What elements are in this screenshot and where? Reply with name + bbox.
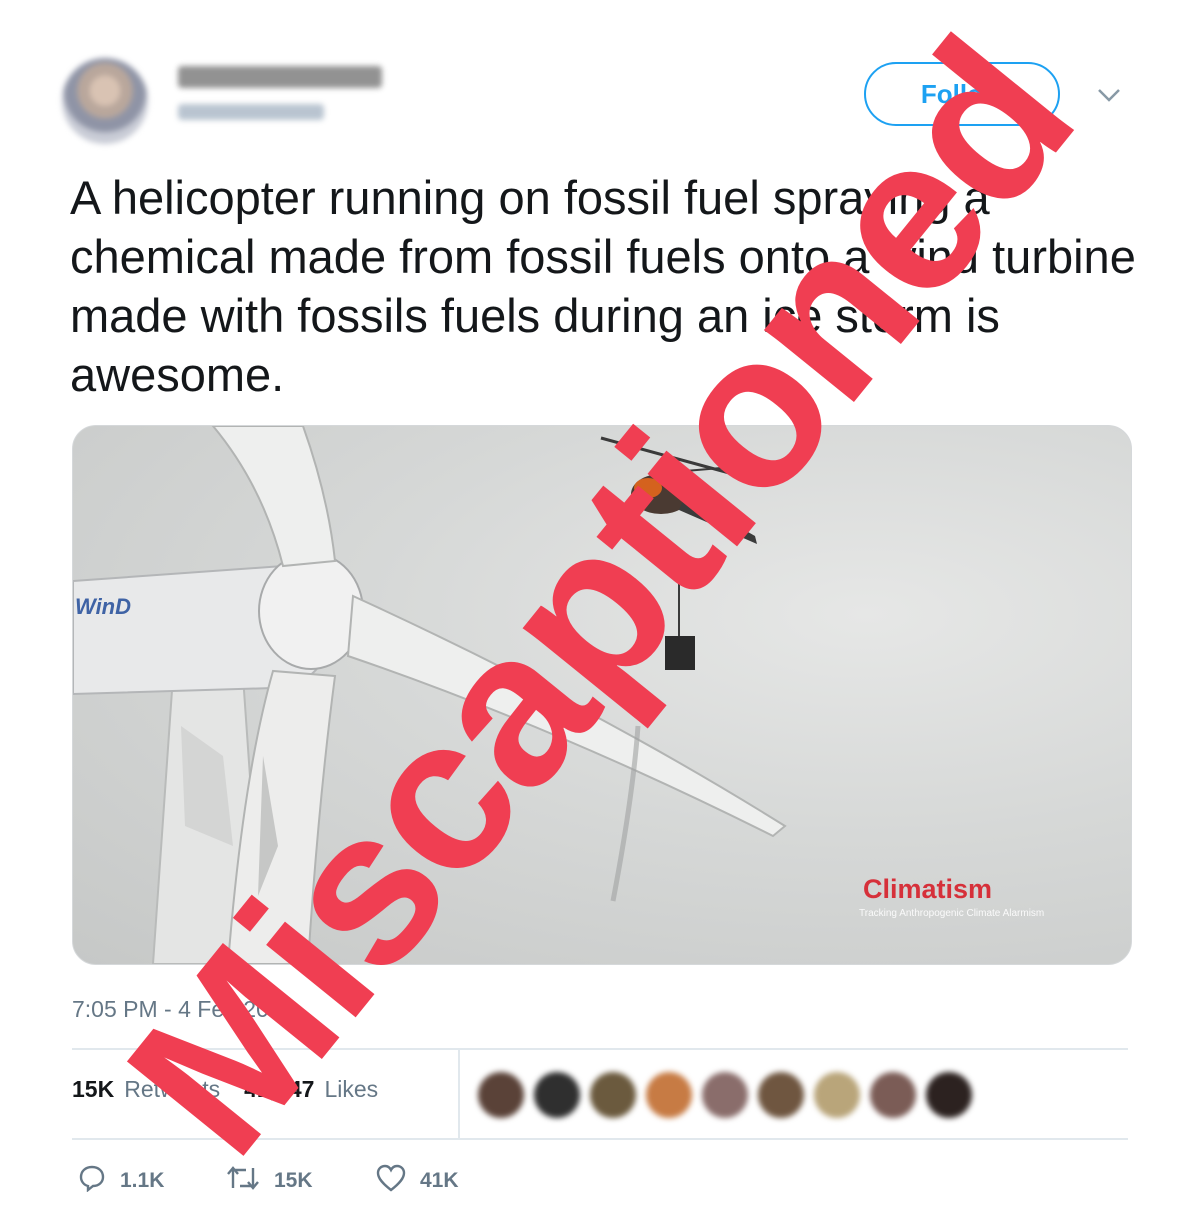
stats-separator xyxy=(458,1050,460,1138)
liker-avatar[interactable] xyxy=(478,1072,524,1118)
display-name-redacted[interactable] xyxy=(178,66,382,88)
retweets-count[interactable]: 15K xyxy=(72,1076,114,1103)
liker-avatars xyxy=(478,1072,972,1118)
tweet-card: Follow A helicopter running on fossil fu… xyxy=(0,0,1200,1216)
liker-avatar[interactable] xyxy=(870,1072,916,1118)
liker-avatar[interactable] xyxy=(758,1072,804,1118)
reply-count: 1.1K xyxy=(120,1169,165,1192)
liker-avatar[interactable] xyxy=(702,1072,748,1118)
reply-icon xyxy=(78,1164,106,1198)
liker-avatar[interactable] xyxy=(590,1072,636,1118)
like-count: 41K xyxy=(420,1169,459,1192)
avatar[interactable] xyxy=(62,58,148,144)
liker-avatar[interactable] xyxy=(814,1072,860,1118)
heart-icon xyxy=(376,1164,406,1198)
liker-avatar[interactable] xyxy=(646,1072,692,1118)
climatism-tagline: Tracking Anthropogenic Climate Alarmism xyxy=(859,908,1045,919)
liker-avatar[interactable] xyxy=(534,1072,580,1118)
climatism-watermark: Climatism xyxy=(863,874,993,904)
username-redacted[interactable] xyxy=(178,104,324,120)
chevron-down-icon[interactable] xyxy=(1094,80,1124,110)
like-button[interactable]: 41K xyxy=(376,1164,459,1198)
turbine-logo: WinD xyxy=(75,594,131,619)
liker-avatar[interactable] xyxy=(926,1072,972,1118)
reply-button[interactable]: 1.1K xyxy=(78,1164,164,1198)
